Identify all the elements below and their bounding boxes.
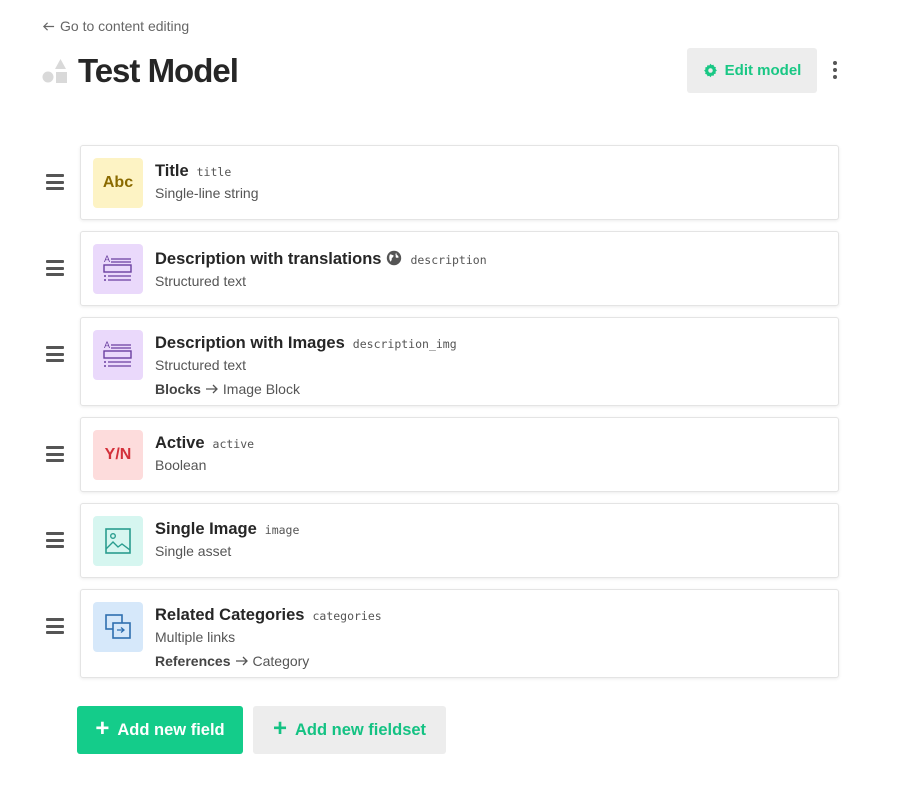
extra-value: Category	[252, 653, 310, 669]
links-icon	[93, 602, 143, 652]
field-api-key: title	[196, 165, 232, 179]
field-card[interactable]: A Description with translations descript…	[80, 231, 839, 306]
gear-icon	[703, 63, 717, 78]
svg-text:A: A	[104, 254, 110, 264]
edit-model-label: Edit model	[724, 62, 802, 79]
field-card[interactable]: Related Categories categories Multiple l…	[80, 589, 839, 678]
drag-handle-icon[interactable]	[46, 618, 64, 634]
arrow-right-icon	[205, 384, 218, 394]
boolean-icon: Y/N	[93, 430, 143, 480]
field-label: Single Image	[155, 520, 257, 538]
field-card[interactable]: Abc Title title Single-line string	[80, 145, 839, 220]
field-row-description: A Description with translations descript…	[42, 231, 839, 306]
extra-value: Image Block	[222, 381, 300, 397]
extra-key: References	[155, 653, 231, 669]
field-validation-info: References Category	[155, 653, 382, 669]
field-row-title: Abc Title title Single-line string	[42, 145, 839, 220]
field-row-active: Y/N Active active Boolean	[42, 417, 839, 492]
field-card[interactable]: A Description with Images description_im…	[80, 317, 839, 406]
field-label: Description with Images	[155, 334, 345, 352]
add-fieldset-label: Add new fieldset	[294, 720, 427, 739]
structured-text-icon: A	[93, 244, 143, 294]
drag-handle-icon[interactable]	[46, 532, 64, 548]
field-type: Single-line string	[155, 185, 259, 201]
add-new-fieldset-button[interactable]: + Add new fieldset	[253, 706, 446, 754]
plus-icon: +	[95, 715, 110, 742]
drag-handle-icon[interactable]	[46, 446, 64, 462]
field-row-description-img: A Description with Images description_im…	[42, 317, 839, 406]
svg-text:A: A	[104, 340, 110, 350]
field-card[interactable]: Single Image image Single asset	[80, 503, 839, 578]
structured-text-icon: A	[93, 330, 143, 380]
field-card[interactable]: Y/N Active active Boolean	[80, 417, 839, 492]
field-api-key: description	[410, 253, 487, 267]
add-new-field-button[interactable]: + Add new field	[77, 706, 243, 754]
arrow-right-icon	[235, 656, 248, 666]
extra-key: Blocks	[155, 381, 201, 397]
field-type: Structured text	[155, 273, 247, 289]
field-api-key: image	[264, 523, 300, 537]
field-api-key: active	[212, 437, 255, 451]
globe-icon	[387, 250, 402, 266]
back-link-label: Go to content editing	[60, 18, 190, 34]
field-row-image: Single Image image Single asset	[42, 503, 839, 578]
field-validation-info: Blocks Image Block	[155, 381, 457, 397]
field-label: Description with translations	[155, 250, 382, 268]
plus-icon: +	[272, 715, 287, 742]
field-row-categories: Related Categories categories Multiple l…	[42, 589, 839, 678]
page-header: Test Model Edit model	[42, 48, 840, 93]
image-icon	[93, 516, 143, 566]
field-api-key: categories	[312, 609, 382, 623]
field-label: Title	[155, 162, 189, 180]
field-type: Single asset	[155, 543, 232, 559]
drag-handle-icon[interactable]	[46, 174, 64, 190]
abc-text-icon: Abc	[93, 158, 143, 208]
field-type: Boolean	[155, 457, 207, 473]
field-type: Multiple links	[155, 629, 236, 645]
model-shapes-icon	[42, 58, 68, 84]
arrow-left-icon	[43, 21, 55, 31]
add-field-label: Add new field	[117, 720, 225, 739]
field-api-key: description_img	[352, 337, 457, 351]
drag-handle-icon[interactable]	[46, 260, 64, 276]
page-title: Test Model	[78, 51, 239, 89]
field-type: Structured text	[155, 357, 247, 373]
back-to-content-link[interactable]: Go to content editing	[42, 18, 189, 34]
field-label: Active	[155, 434, 205, 452]
more-options-icon[interactable]	[830, 60, 840, 80]
edit-model-button[interactable]: Edit model	[687, 48, 817, 93]
field-label: Related Categories	[155, 606, 305, 624]
drag-handle-icon[interactable]	[46, 346, 64, 362]
